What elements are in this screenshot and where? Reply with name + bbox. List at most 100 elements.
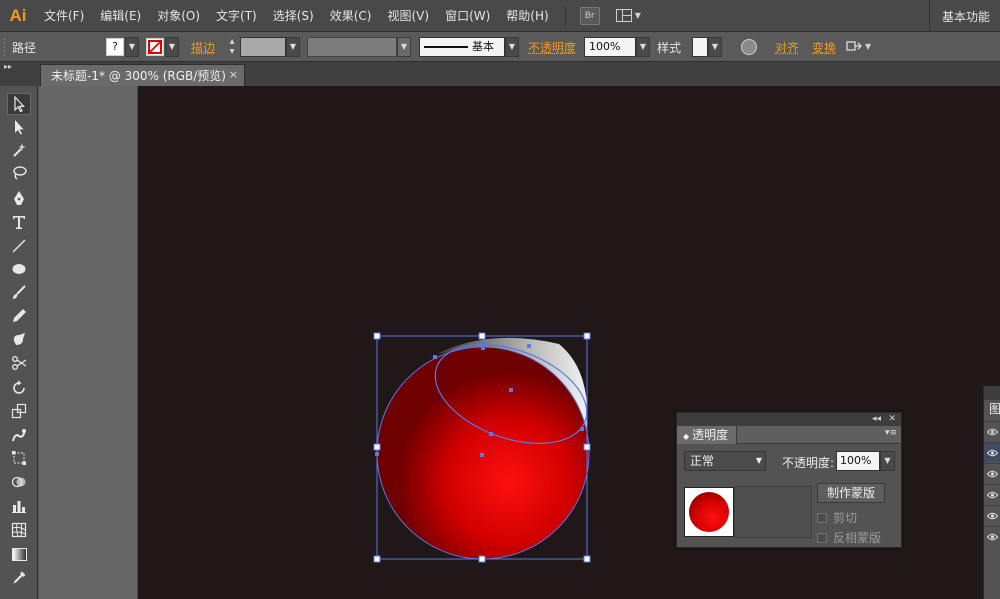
menu-object[interactable]: 对象(O) bbox=[149, 0, 208, 32]
opacity-input[interactable]: 100% bbox=[836, 451, 880, 471]
line-segment-tool[interactable] bbox=[7, 235, 31, 257]
bridge-button[interactable]: Br bbox=[579, 6, 600, 25]
no-stroke-icon bbox=[147, 39, 163, 55]
collapse-panel-icon[interactable]: ◂◂ bbox=[872, 413, 881, 425]
warp-tool[interactable] bbox=[7, 424, 31, 446]
close-icon[interactable]: ✕ bbox=[888, 413, 896, 425]
workspace-switcher[interactable]: 基本功能 bbox=[928, 0, 1000, 32]
tab-transparency[interactable]: ◆ 透明度 bbox=[677, 426, 738, 444]
stroke-line-preview bbox=[424, 46, 468, 48]
menu-help[interactable]: 帮助(H) bbox=[498, 0, 556, 32]
invert-mask-checkbox[interactable]: 反相蒙版 bbox=[817, 529, 881, 546]
workspace-label: 基本功能 bbox=[941, 9, 990, 24]
opacity-field[interactable]: 100% bbox=[584, 37, 636, 57]
arrange-documents-button[interactable]: ▼ bbox=[615, 9, 641, 22]
blend-mode-select[interactable]: 正常 ▼ bbox=[684, 451, 766, 471]
rotate-tool[interactable] bbox=[7, 377, 31, 399]
type-tool[interactable] bbox=[7, 211, 31, 233]
chevron-down-icon: ▼ bbox=[865, 41, 872, 51]
layer-visibility-toggle[interactable] bbox=[984, 463, 1000, 483]
stroke-weight-dropdown[interactable]: ▼ bbox=[286, 37, 300, 57]
panel-menu-icon[interactable]: ▾≡ bbox=[885, 428, 897, 438]
stroke-panel-link[interactable]: 描边 bbox=[191, 39, 215, 56]
close-icon[interactable]: × bbox=[229, 68, 238, 81]
pencil-tool[interactable] bbox=[7, 305, 31, 327]
opacity-dropdown[interactable]: ▼ bbox=[636, 37, 650, 57]
mesh-tool[interactable] bbox=[7, 519, 31, 541]
column-graph-icon bbox=[12, 501, 26, 513]
lasso-tool[interactable] bbox=[7, 162, 31, 184]
graphic-style-dropdown[interactable]: ▼ bbox=[708, 37, 722, 57]
menu-window[interactable]: 窗口(W) bbox=[437, 0, 498, 32]
pencil-icon bbox=[13, 309, 26, 322]
paintbrush-tool[interactable] bbox=[7, 281, 31, 303]
make-mask-button[interactable]: 制作蒙版 bbox=[817, 483, 885, 503]
stroke-swatch[interactable] bbox=[146, 38, 164, 56]
graphic-style-swatch[interactable] bbox=[692, 37, 708, 57]
menu-type[interactable]: 文字(T) bbox=[208, 0, 265, 32]
column-graph-tool[interactable] bbox=[7, 495, 31, 517]
stroke-weight-spinner[interactable]: ▲ ▼ bbox=[226, 36, 238, 56]
layer-visibility-toggle[interactable] bbox=[984, 442, 1000, 462]
fill-swatch[interactable]: ? bbox=[106, 38, 124, 56]
menu-separator bbox=[564, 5, 566, 26]
object-thumbnail[interactable] bbox=[684, 487, 734, 537]
layer-visibility-toggle[interactable] bbox=[984, 484, 1000, 504]
panel-drag-bar[interactable] bbox=[984, 386, 1000, 400]
pen-tool[interactable] bbox=[7, 187, 31, 209]
opacity-panel-link[interactable]: 不透明度 bbox=[528, 39, 576, 56]
transform-panel-link[interactable]: 变换 bbox=[812, 39, 836, 56]
layer-visibility-toggle[interactable] bbox=[984, 526, 1000, 546]
stroke-dropdown-caret[interactable]: ▼ bbox=[165, 37, 179, 57]
variable-width-profile-field[interactable] bbox=[307, 37, 397, 57]
brush-profile-label: 基本 bbox=[472, 40, 494, 53]
control-bar-grip[interactable] bbox=[4, 38, 7, 56]
scale-tool[interactable] bbox=[7, 400, 31, 422]
eyedropper-tool[interactable] bbox=[7, 567, 31, 589]
mesh-icon bbox=[11, 522, 27, 538]
line-segment-icon bbox=[12, 239, 26, 253]
document-canvas[interactable]: ◂◂ ✕ ◆ 透明度 ▾≡ 正常 ▼ 不透明度: 100% ▼ 制作蒙版 剪切 反… bbox=[39, 86, 1000, 599]
document-tab[interactable]: 未标题-1* @ 300% (RGB/预览) × bbox=[40, 64, 245, 86]
fill-dropdown-caret[interactable]: ▼ bbox=[125, 37, 139, 57]
stroke-weight-field[interactable] bbox=[240, 37, 286, 57]
opacity-dropdown[interactable]: ▼ bbox=[880, 451, 895, 471]
menu-select[interactable]: 选择(S) bbox=[265, 0, 322, 32]
menu-file[interactable]: 文件(F) bbox=[36, 0, 92, 32]
mask-thumbnail-slot[interactable] bbox=[734, 486, 812, 538]
blob-brush-tool[interactable] bbox=[7, 328, 31, 350]
variable-width-profile-dropdown[interactable]: ▼ bbox=[397, 37, 411, 57]
scissors-tool[interactable] bbox=[7, 352, 31, 374]
app-logo: Ai bbox=[9, 5, 27, 25]
shape-builder-tool[interactable] bbox=[7, 471, 31, 493]
invert-mask-checkbox-box[interactable] bbox=[817, 532, 827, 543]
gradient-tool[interactable] bbox=[7, 543, 31, 565]
menu-effect[interactable]: 效果(C) bbox=[322, 0, 380, 32]
expand-options-icon[interactable]: ◆ bbox=[683, 432, 689, 441]
shape-builder-icon bbox=[11, 476, 26, 488]
layer-visibility-toggle[interactable] bbox=[984, 421, 1000, 441]
selection-tool[interactable] bbox=[7, 93, 31, 115]
brush-definition-field[interactable]: 基本 bbox=[419, 37, 505, 57]
clip-checkbox-box[interactable] bbox=[817, 512, 827, 523]
brush-definition-dropdown[interactable]: ▼ bbox=[505, 37, 519, 57]
ellipse-tool[interactable] bbox=[7, 258, 31, 280]
direct-selection-tool[interactable] bbox=[7, 116, 31, 138]
blob-brush-icon bbox=[13, 333, 25, 345]
menu-edit[interactable]: 编辑(E) bbox=[92, 0, 149, 32]
align-panel-link[interactable]: 对齐 bbox=[775, 39, 799, 56]
type-icon bbox=[13, 216, 25, 229]
invert-mask-label: 反相蒙版 bbox=[833, 531, 882, 545]
magic-wand-tool[interactable] bbox=[7, 139, 31, 161]
layer-visibility-toggle[interactable] bbox=[984, 505, 1000, 525]
collapse-panels-icon[interactable]: ▸▸ bbox=[0, 62, 38, 74]
panel-drag-bar[interactable]: ◂◂ ✕ bbox=[677, 413, 901, 426]
recolor-artwork-icon[interactable] bbox=[741, 39, 757, 55]
free-transform-tool[interactable] bbox=[7, 447, 31, 469]
isolate-selected-button[interactable]: ▼ bbox=[846, 38, 871, 54]
menu-view[interactable]: 视图(V) bbox=[379, 0, 437, 32]
clip-checkbox[interactable]: 剪切 bbox=[817, 509, 857, 526]
arrange-documents-icon bbox=[615, 9, 632, 22]
eye-icon bbox=[987, 449, 998, 456]
eyedropper-icon bbox=[13, 571, 26, 584]
